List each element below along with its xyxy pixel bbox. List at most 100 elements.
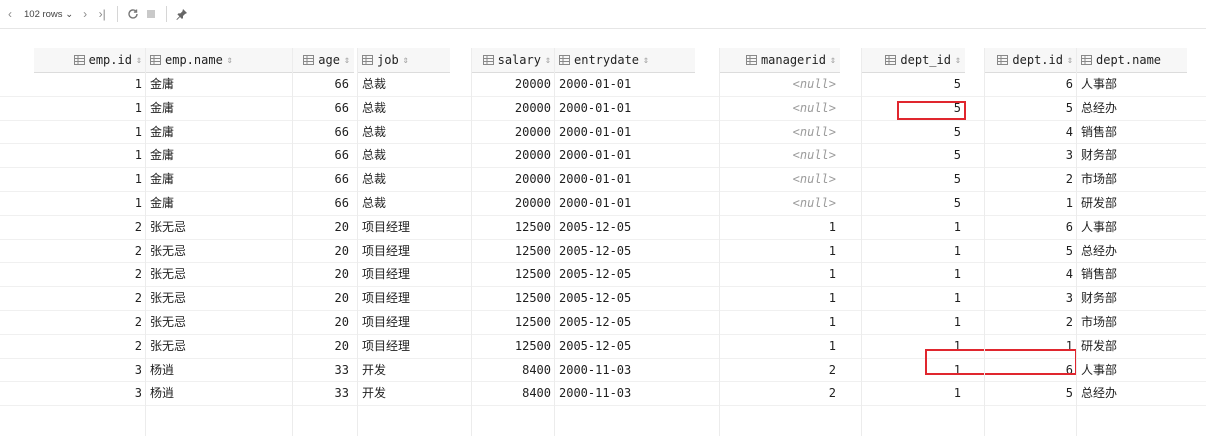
cell-dept-id[interactable]: 1 bbox=[863, 216, 965, 239]
cell-managerid[interactable]: <null> bbox=[720, 192, 840, 215]
cell-salary[interactable]: 12500 bbox=[472, 216, 555, 239]
cell-entrydate[interactable]: 2005-12-05 bbox=[555, 263, 690, 286]
column-header-dept-dot-id[interactable]: dept.id ⇕ bbox=[985, 48, 1077, 73]
cell-salary[interactable]: 20000 bbox=[472, 121, 555, 144]
cell-age[interactable]: 20 bbox=[293, 287, 353, 310]
cell-dept-name[interactable]: 研发部 bbox=[1077, 335, 1187, 358]
cell-entrydate[interactable]: 2005-12-05 bbox=[555, 335, 690, 358]
table-row[interactable]: 2 张无忌 20 项目经理 12500 2005-12-05 1 1 2 市场部 bbox=[0, 311, 1206, 334]
cell-entrydate[interactable]: 2005-12-05 bbox=[555, 311, 690, 334]
table-row[interactable]: 1 金庸 66 总裁 20000 2000-01-01 <null> 5 4 销售部 bbox=[0, 121, 1206, 144]
cell-dept-name[interactable]: 销售部 bbox=[1077, 263, 1187, 286]
column-header-salary[interactable]: salary ⇕ bbox=[472, 48, 555, 73]
cell-salary[interactable]: 8400 bbox=[472, 382, 555, 405]
cell-age[interactable]: 33 bbox=[293, 359, 353, 382]
column-header-emp-name[interactable]: emp.name ⇕ bbox=[146, 48, 294, 73]
table-row[interactable]: 2 张无忌 20 项目经理 12500 2005-12-05 1 1 5 总经办 bbox=[0, 240, 1206, 263]
sort-icon[interactable]: ⇕ bbox=[955, 55, 961, 66]
cell-managerid[interactable]: <null> bbox=[720, 97, 840, 120]
pin-icon[interactable] bbox=[173, 3, 191, 25]
table-row[interactable]: 2 张无忌 20 项目经理 12500 2005-12-05 1 1 6 人事部 bbox=[0, 216, 1206, 239]
sort-icon[interactable]: ⇕ bbox=[643, 55, 649, 66]
cell-entrydate[interactable]: 2000-01-01 bbox=[555, 97, 690, 120]
cell-job[interactable]: 项目经理 bbox=[358, 311, 450, 334]
cell-managerid[interactable]: 1 bbox=[720, 287, 840, 310]
cell-dept-dot-id[interactable]: 6 bbox=[985, 216, 1077, 239]
cell-salary[interactable]: 12500 bbox=[472, 311, 555, 334]
cell-dept-dot-id[interactable]: 2 bbox=[985, 311, 1077, 334]
cell-emp-id[interactable]: 2 bbox=[34, 311, 146, 334]
cell-job[interactable]: 项目经理 bbox=[358, 240, 450, 263]
table-row[interactable]: 2 张无忌 20 项目经理 12500 2005-12-05 1 1 4 销售部 bbox=[0, 263, 1206, 286]
cell-job[interactable]: 开发 bbox=[358, 359, 450, 382]
cell-age[interactable]: 66 bbox=[293, 97, 353, 120]
cell-age[interactable]: 33 bbox=[293, 382, 353, 405]
cell-emp-id[interactable]: 1 bbox=[34, 121, 146, 144]
cell-entrydate[interactable]: 2005-12-05 bbox=[555, 240, 690, 263]
column-header-managerid[interactable]: managerid ⇕ bbox=[720, 48, 840, 73]
table-row[interactable]: 1 金庸 66 总裁 20000 2000-01-01 <null> 5 6 人事部 bbox=[0, 73, 1206, 96]
cell-emp-name[interactable]: 金庸 bbox=[146, 121, 286, 144]
cell-dept-name[interactable]: 总经办 bbox=[1077, 240, 1187, 263]
cell-dept-dot-id[interactable]: 4 bbox=[985, 121, 1077, 144]
cell-salary[interactable]: 8400 bbox=[472, 359, 555, 382]
cell-emp-id[interactable]: 2 bbox=[34, 287, 146, 310]
cell-emp-id[interactable]: 3 bbox=[34, 359, 146, 382]
cell-job[interactable]: 总裁 bbox=[358, 144, 450, 167]
cell-managerid[interactable]: 1 bbox=[720, 311, 840, 334]
cell-managerid[interactable]: 2 bbox=[720, 382, 840, 405]
cell-dept-dot-id[interactable]: 5 bbox=[985, 382, 1077, 405]
cell-age[interactable]: 66 bbox=[293, 144, 353, 167]
cell-emp-id[interactable]: 1 bbox=[34, 192, 146, 215]
cell-job[interactable]: 项目经理 bbox=[358, 287, 450, 310]
cell-salary[interactable]: 20000 bbox=[472, 168, 555, 191]
cell-emp-name[interactable]: 金庸 bbox=[146, 73, 286, 96]
cell-salary[interactable]: 12500 bbox=[472, 263, 555, 286]
cell-job[interactable]: 项目经理 bbox=[358, 216, 450, 239]
cell-dept-id[interactable]: 5 bbox=[863, 121, 965, 144]
cell-entrydate[interactable]: 2000-01-01 bbox=[555, 73, 690, 96]
cell-dept-dot-id[interactable]: 1 bbox=[985, 192, 1077, 215]
cell-managerid[interactable]: 1 bbox=[720, 335, 840, 358]
cell-age[interactable]: 66 bbox=[293, 192, 353, 215]
cell-emp-id[interactable]: 1 bbox=[34, 168, 146, 191]
cell-managerid[interactable]: <null> bbox=[720, 144, 840, 167]
chevron-left-icon[interactable]: ‹ bbox=[2, 3, 18, 25]
cell-emp-id[interactable]: 3 bbox=[34, 382, 146, 405]
cell-managerid[interactable]: <null> bbox=[720, 73, 840, 96]
cell-emp-name[interactable]: 张无忌 bbox=[146, 311, 286, 334]
cell-managerid[interactable]: 2 bbox=[720, 359, 840, 382]
cell-dept-name[interactable]: 销售部 bbox=[1077, 121, 1187, 144]
table-row[interactable]: 1 金庸 66 总裁 20000 2000-01-01 <null> 5 3 财务部 bbox=[0, 144, 1206, 167]
cell-emp-name[interactable]: 金庸 bbox=[146, 97, 286, 120]
cell-dept-name[interactable]: 市场部 bbox=[1077, 168, 1187, 191]
cell-managerid[interactable]: <null> bbox=[720, 168, 840, 191]
cell-emp-id[interactable]: 2 bbox=[34, 263, 146, 286]
cell-managerid[interactable]: 1 bbox=[720, 240, 840, 263]
cell-dept-dot-id[interactable]: 4 bbox=[985, 263, 1077, 286]
cell-emp-name[interactable]: 金庸 bbox=[146, 144, 286, 167]
cell-dept-id[interactable]: 1 bbox=[863, 382, 965, 405]
cell-dept-dot-id[interactable]: 3 bbox=[985, 144, 1077, 167]
sort-icon[interactable]: ⇕ bbox=[227, 55, 233, 66]
cell-dept-id[interactable]: 1 bbox=[863, 287, 965, 310]
cell-job[interactable]: 总裁 bbox=[358, 192, 450, 215]
cell-dept-id[interactable]: 5 bbox=[863, 73, 965, 96]
cell-emp-id[interactable]: 1 bbox=[34, 73, 146, 96]
cell-dept-name[interactable]: 总经办 bbox=[1077, 382, 1187, 405]
cell-dept-dot-id[interactable]: 5 bbox=[985, 240, 1077, 263]
cell-emp-name[interactable]: 张无忌 bbox=[146, 263, 286, 286]
cell-emp-id[interactable]: 2 bbox=[34, 216, 146, 239]
cell-dept-name[interactable]: 人事部 bbox=[1077, 216, 1187, 239]
cell-entrydate[interactable]: 2000-01-01 bbox=[555, 168, 690, 191]
refresh-icon[interactable] bbox=[124, 3, 142, 25]
cell-age[interactable]: 66 bbox=[293, 73, 353, 96]
cell-salary[interactable]: 12500 bbox=[472, 240, 555, 263]
cell-managerid[interactable]: 1 bbox=[720, 263, 840, 286]
cell-salary[interactable]: 12500 bbox=[472, 335, 555, 358]
sort-icon[interactable]: ⇕ bbox=[1067, 55, 1073, 66]
cell-dept-name[interactable]: 财务部 bbox=[1077, 287, 1187, 310]
cell-emp-name[interactable]: 张无忌 bbox=[146, 335, 286, 358]
cell-entrydate[interactable]: 2000-11-03 bbox=[555, 382, 690, 405]
cell-dept-id[interactable]: 1 bbox=[863, 263, 965, 286]
